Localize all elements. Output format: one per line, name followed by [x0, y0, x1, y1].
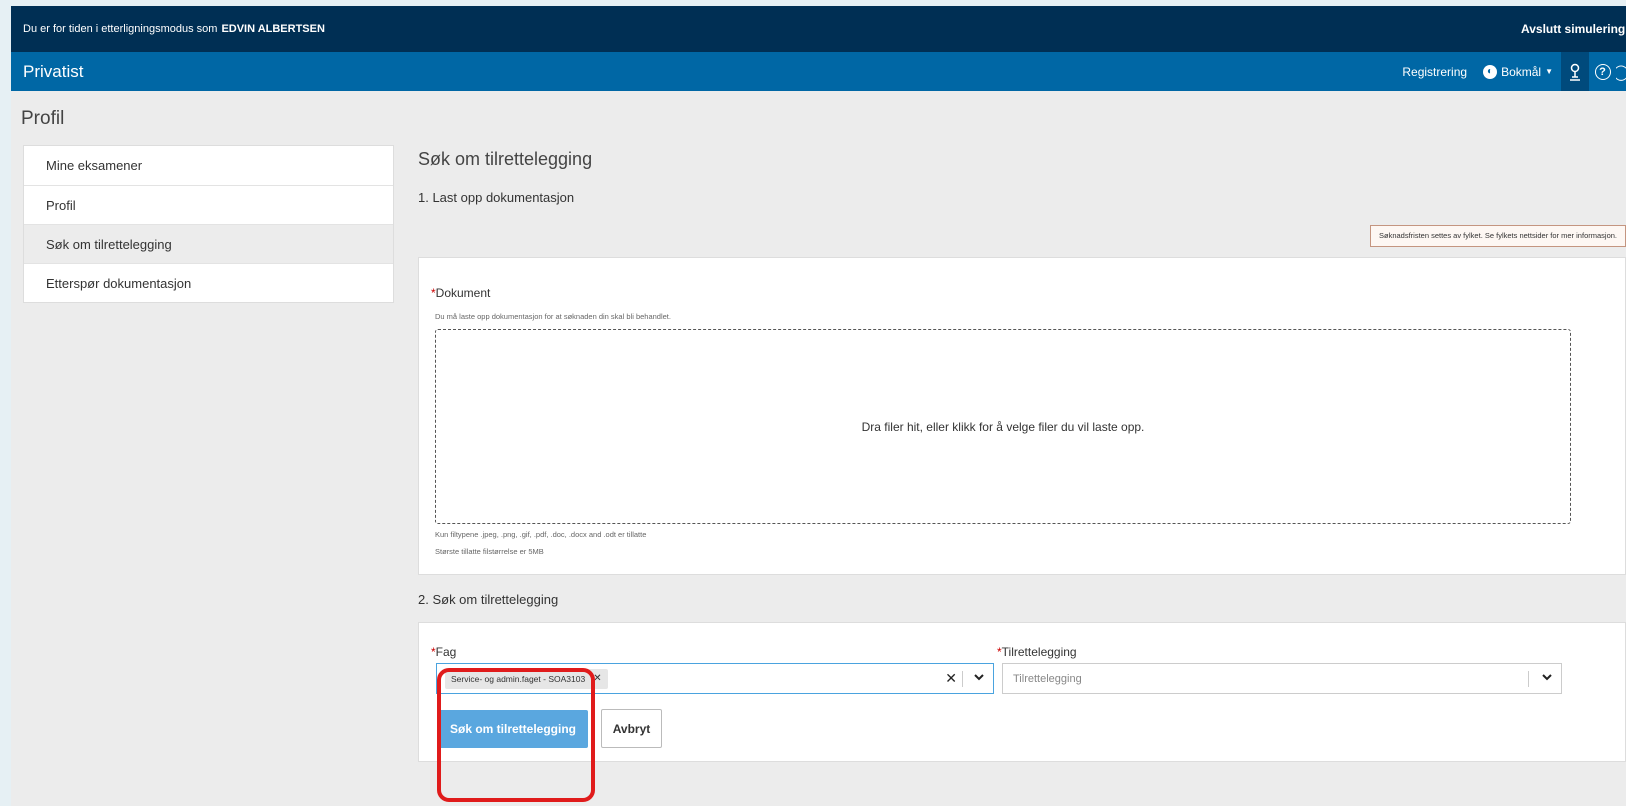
upload-panel: *Dokument Du må laste opp dokumentasjon … [418, 257, 1626, 575]
document-help-text: Du må laste opp dokumentasjon for at søk… [435, 312, 671, 321]
file-dropzone[interactable]: Dra filer hit, eller klikk for å velge f… [435, 329, 1571, 524]
more-button[interactable]: ◯ [1616, 52, 1626, 91]
user-icon [1570, 63, 1580, 81]
brand-logo[interactable]: Privatist [11, 62, 83, 82]
caret-down-icon: ▼ [1545, 67, 1553, 76]
simulation-text: Du er for tiden i etterligningsmodus som [23, 23, 218, 35]
tilrettelegging-label: *Tilrettelegging [997, 643, 1077, 661]
select-separator [1528, 671, 1529, 687]
tilrettelegging-label-text: Tilrettelegging [1001, 645, 1077, 659]
fag-label-text: Fag [435, 645, 457, 659]
sidebar-menu: Mine eksamener Profil Søk om tilretteleg… [23, 145, 394, 303]
page-title: Profil [21, 108, 65, 129]
globe-icon: ◐ [1483, 64, 1498, 79]
chip-label: Service- og admin.faget - SOA3103 [451, 673, 586, 684]
language-dropdown[interactable]: ◐ Bokmål ▼ [1475, 64, 1561, 79]
sidebar-item-my-exams[interactable]: Mine eksamener [24, 146, 393, 185]
clear-icon[interactable]: ✕ [945, 670, 957, 687]
user-profile-button[interactable] [1561, 52, 1589, 91]
simulation-banner: Du er for tiden i etterligningsmodus som… [11, 6, 1626, 52]
application-panel: *Fag *Tilrettelegging Service- og admin.… [418, 622, 1626, 762]
step2-title: 2. Søk om tilrettelegging [418, 592, 559, 607]
sidebar-item-accommodation[interactable]: Søk om tilrettelegging [24, 224, 393, 263]
dropzone-text: Dra filer hit, eller klikk for å velge f… [861, 419, 1145, 434]
section-heading: Søk om tilrettelegging [418, 149, 593, 169]
simulated-user-name: EDVIN ALBERTSEN [221, 23, 325, 35]
fag-select[interactable]: Service- og admin.faget - SOA3103 ✕ ✕ [436, 663, 994, 694]
deadline-notice: Søknadsfristen settes av fylket. Se fylk… [1369, 225, 1626, 247]
navbar-right: Registrering ◐ Bokmål ▼ ? ◯ [1394, 52, 1626, 91]
registration-link[interactable]: Registrering [1394, 65, 1475, 79]
app-frame: Du er for tiden i etterligningsmodus som… [11, 6, 1626, 806]
allowed-filetypes: Kun filtypene .jpeg, .png, .gif, .pdf, .… [435, 530, 647, 539]
step1-title: 1. Last opp dokumentasjon [418, 190, 575, 205]
cancel-button[interactable]: Avbryt [601, 709, 662, 748]
document-label-text: Dokument [435, 286, 491, 300]
remove-chip-icon[interactable]: ✕ [593, 673, 601, 684]
language-label: Bokmål [1501, 64, 1542, 79]
selected-fag-chip: Service- og admin.faget - SOA3103 ✕ [445, 668, 608, 689]
submit-accommodation-button[interactable]: Søk om tilrettelegging [438, 710, 588, 748]
chevron-down-icon[interactable] [973, 671, 985, 686]
circle-icon: ◯ [1616, 63, 1626, 81]
sidebar-item-profile[interactable]: Profil [24, 185, 393, 224]
sidebar-item-request-documentation[interactable]: Etterspør dokumentasjon [24, 263, 393, 302]
help-button[interactable]: ? [1589, 52, 1616, 91]
main-content: Søk om tilrettelegging 1. Last opp dokum… [418, 145, 1626, 762]
exit-simulation-link[interactable]: Avslutt simulering [1521, 6, 1626, 52]
select-separator [962, 671, 963, 687]
tilrettelegging-select[interactable]: Tilrettelegging [1002, 663, 1562, 694]
tilrettelegging-placeholder: Tilrettelegging [1013, 672, 1082, 685]
top-navbar: Privatist Registrering ◐ Bokmål ▼ ? ◯ [11, 52, 1626, 91]
fag-label: *Fag [431, 643, 456, 661]
chevron-down-icon[interactable] [1541, 671, 1553, 686]
help-icon: ? [1594, 63, 1611, 80]
max-filesize: Største tillatte filstørrelse er 5MB [435, 547, 544, 556]
document-label: *Dokument [431, 284, 490, 302]
